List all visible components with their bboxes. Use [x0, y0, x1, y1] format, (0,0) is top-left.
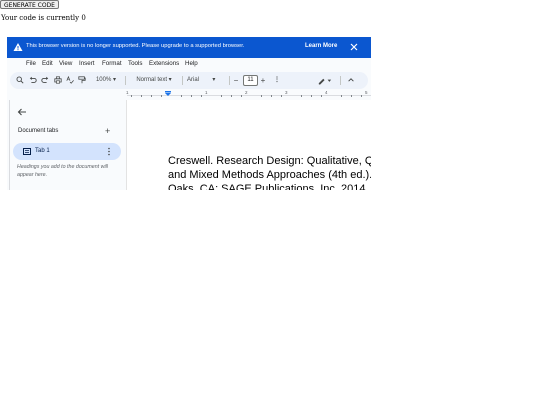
undo-icon[interactable] [29, 75, 38, 86]
style-select[interactable]: Normal text ▾ [130, 75, 178, 86]
document-line: Oaks, CA: SAGE Publications, Inc. 2014. [168, 183, 369, 190]
search-icon[interactable] [16, 75, 25, 86]
ruler-tick [341, 95, 342, 97]
font-size-input[interactable]: 11 [243, 75, 258, 86]
menu-insert[interactable]: Insert [79, 60, 94, 67]
menu-format[interactable]: Format [102, 60, 122, 67]
menu-bar: File Edit View Insert Format Tools Exten… [7, 59, 371, 71]
ruler-tick [281, 95, 282, 97]
ruler-tick [351, 95, 352, 97]
paint-format-icon[interactable] [78, 75, 87, 86]
toolbar: 100% ▾ Normal text ▾ Arial ▾ − 11 + ⋮ [10, 72, 368, 89]
back-arrow-icon[interactable] [17, 107, 27, 117]
ruler-tick [191, 95, 192, 97]
toolbar-divider [229, 76, 230, 85]
ruler-tick [301, 95, 302, 97]
more-options-icon[interactable]: ⋮ [274, 75, 280, 86]
ruler-number: 5 [365, 90, 368, 95]
ruler-number: 2 [245, 90, 248, 95]
menu-help[interactable]: Help [185, 60, 198, 67]
menu-file[interactable]: File [26, 60, 36, 67]
menu-edit[interactable]: Edit [42, 60, 53, 67]
document-tabs-sidebar: Document tabs + Tab 1 Headings you add t… [10, 100, 125, 190]
code-status-text: Your code is currently 0 [1, 14, 86, 22]
editing-mode-icon[interactable] [318, 75, 334, 86]
zoom-select[interactable]: 100% ▾ [93, 75, 119, 86]
document-line: Creswell. Research Design: Qualitative, … [168, 155, 371, 167]
toolbar-divider [125, 76, 126, 85]
menu-tools[interactable]: Tools [128, 60, 142, 67]
ruler-number: 3 [285, 90, 288, 95]
add-tab-button[interactable]: + [105, 126, 110, 136]
menu-extensions[interactable]: Extensions [149, 60, 179, 67]
font-value: Arial [187, 77, 200, 83]
ruler-tick [231, 95, 232, 97]
collapse-menus-icon[interactable] [347, 75, 356, 86]
tab-label: Tab 1 [35, 148, 50, 154]
document-line: and Mixed Methods Approaches (4th ed.). … [168, 169, 371, 181]
ruler-tick [181, 95, 182, 97]
learn-more-link[interactable]: Learn More [305, 43, 337, 49]
horizontal-ruler[interactable]: 1 1 2 3 4 5 [126, 90, 371, 100]
menu-view[interactable]: View [59, 60, 72, 67]
warning-icon [13, 43, 23, 51]
document-body[interactable]: Creswell. Research Design: Qualitative, … [168, 154, 371, 190]
increase-font-size-button[interactable]: + [259, 75, 267, 86]
headings-hint: Headings you add to the document will ap… [17, 164, 108, 178]
ruler-tick [141, 95, 142, 97]
ruler-tick [131, 95, 132, 97]
banner-message: This browser version is no longer suppor… [26, 43, 245, 49]
print-icon[interactable] [54, 75, 63, 86]
redo-icon[interactable] [41, 75, 50, 86]
decrease-font-size-button[interactable]: − [232, 75, 240, 86]
ruler-tick [241, 95, 242, 97]
google-docs-frame: This browser version is no longer suppor… [7, 37, 371, 190]
tab-1[interactable]: Tab 1 [13, 143, 121, 160]
ruler-number: 1 [126, 90, 129, 95]
ruler-tick [151, 95, 152, 97]
zoom-value: 100% [95, 77, 112, 83]
style-value: Normal text [136, 77, 167, 83]
tab-options-icon[interactable] [107, 147, 111, 156]
font-select[interactable]: Arial ▾ [187, 75, 227, 86]
document-page[interactable]: Creswell. Research Design: Qualitative, … [126, 100, 371, 190]
ruler-tick [271, 95, 272, 97]
indent-marker-icon[interactable] [165, 91, 171, 96]
generate-code-button[interactable]: GENERATE CODE [0, 0, 59, 9]
document-tabs-title: Document tabs [18, 128, 59, 134]
ruler-tick [311, 95, 312, 97]
ruler-number: 1 [205, 90, 208, 95]
ruler-tick [161, 95, 162, 97]
ruler-baseline [127, 95, 371, 96]
ruler-tick [221, 95, 222, 97]
ruler-tick [361, 95, 362, 97]
document-tab-icon [23, 148, 31, 155]
spellcheck-icon[interactable] [66, 75, 75, 86]
close-icon[interactable] [349, 42, 359, 52]
unsupported-browser-banner: This browser version is no longer suppor… [7, 37, 371, 58]
toolbar-divider [182, 76, 183, 85]
ruler-tick [261, 95, 262, 97]
ruler-tick [321, 95, 322, 97]
ruler-tick [201, 95, 202, 97]
toolbar-divider [340, 76, 341, 85]
ruler-number: 4 [325, 90, 328, 95]
